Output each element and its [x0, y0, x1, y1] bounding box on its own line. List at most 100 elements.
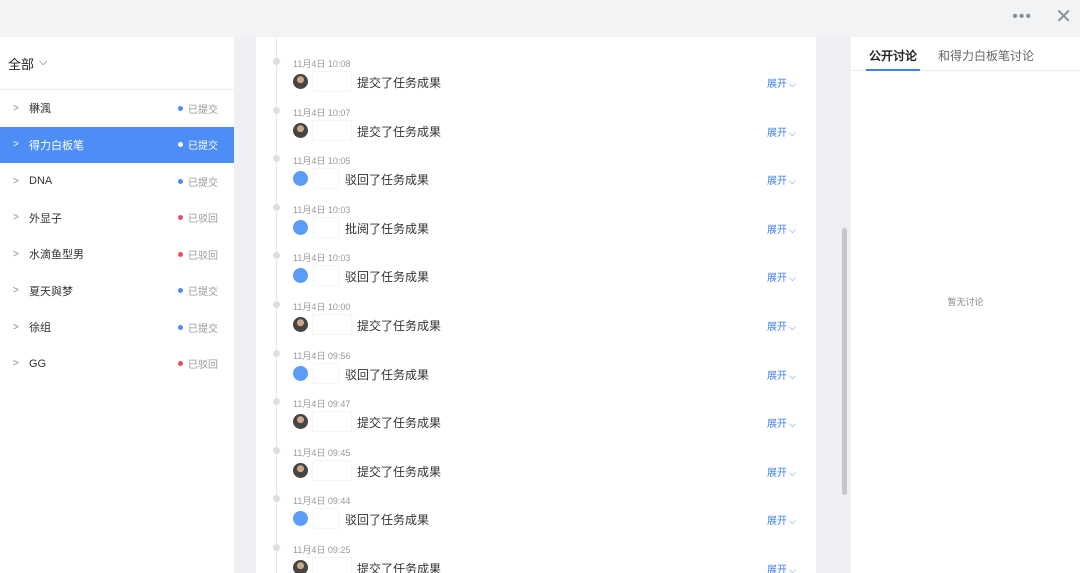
timeline-entry: 11月4日 10:08 提交了任务成果 展开 ⌵ — [256, 45, 816, 93]
entry-timestamp: 11月4日 09:45 — [293, 447, 351, 458]
entry-action: 提交了任务成果 — [357, 562, 442, 573]
expand-label: 展开 — [767, 419, 787, 431]
chevron-down-icon: ⌵ — [789, 224, 796, 235]
discussion-tabs: 公开讨论 和得力白板笔讨论 — [851, 37, 1080, 71]
timeline-dot — [273, 398, 280, 406]
sidebar-item[interactable]: > DNA 已提交 — [0, 163, 234, 199]
entry-timestamp: 11月4日 10:03 — [293, 204, 351, 215]
status-dot — [178, 178, 183, 184]
status-label: 已提交 — [188, 177, 218, 189]
expand-button[interactable]: 展开 ⌵ — [767, 172, 796, 187]
status-dot — [178, 288, 183, 293]
status-dot — [178, 142, 183, 147]
entry-action: 提交了任务成果 — [357, 124, 442, 139]
sidebar-item[interactable]: > 夏天與梦 已提交 — [0, 273, 234, 309]
sidebar-item-label: 夏天與梦 — [29, 285, 73, 298]
more-horizontal-icon[interactable]: ••• — [1012, 8, 1032, 26]
entry-action: 提交了任务成果 — [357, 416, 442, 431]
timeline-entry: 11月4日 10:07 提交了任务成果 展开 ⌵ — [256, 94, 816, 142]
chevron-right-icon: > — [13, 248, 19, 260]
redacted-username — [313, 412, 351, 432]
timeline-entry: 11月4日 09:47 提交了任务成果 展开 ⌵ — [256, 385, 816, 433]
redacted-username — [314, 363, 338, 383]
scrollbar-thumb[interactable] — [842, 228, 847, 495]
entry-timestamp: 11月4日 09:56 — [293, 350, 351, 361]
timeline-dot — [273, 203, 280, 211]
expand-button[interactable]: 展开 ⌵ — [767, 124, 796, 139]
timeline-dot — [273, 544, 280, 551]
expand-label: 展开 — [767, 322, 787, 333]
sidebar-item[interactable]: > 得力白板笔 已提交 — [0, 126, 234, 163]
expand-button[interactable]: 展开 ⌵ — [767, 318, 796, 333]
chevron-down-icon: ⌵ — [789, 516, 796, 527]
avatar — [293, 171, 308, 187]
sidebar-item-label: 得力白板笔 — [29, 139, 84, 152]
entry-timestamp: 11月4日 09:47 — [293, 399, 351, 410]
timeline-dot — [273, 106, 280, 114]
timeline-entry: 11月4日 10:03 批阅了任务成果 展开 ⌵ — [256, 191, 816, 239]
sidebar-item[interactable]: > 外显子 已驳回 — [0, 200, 234, 236]
redacted-username — [314, 266, 338, 286]
entry-timestamp: 11月4日 10:07 — [293, 107, 351, 118]
avatar — [293, 462, 308, 478]
timeline-dot — [273, 58, 280, 65]
avatar — [293, 317, 308, 332]
submission-timeline: 11月4日 10:08 提交了任务成果 展开 ⌵ 11月4日 10:07 提交了任务成果展… — [256, 37, 816, 573]
expand-button[interactable]: 展开 ⌵ — [767, 269, 796, 284]
timeline-dot — [273, 155, 280, 163]
status-badge: 已驳回 — [178, 356, 218, 371]
status-badge: 已提交 — [178, 283, 218, 298]
timeline-dot — [273, 446, 280, 454]
status-badge: 已驳回 — [178, 247, 218, 262]
chevron-down-icon: ⌵ — [789, 467, 796, 478]
sidebar-item[interactable]: > GG 已驳回 — [0, 346, 234, 382]
sidebar-item-label: 外显子 — [29, 212, 62, 225]
expand-button[interactable]: 展开 ⌵ — [767, 75, 796, 90]
timeline-entry: 11月4日 10:05 驳回了任务成果 展开 ⌵ — [256, 142, 816, 190]
entry-action: 驳回了任务成果 — [345, 173, 430, 188]
sidebar-item-label: GG — [29, 357, 47, 370]
timeline-dot — [273, 301, 280, 308]
entry-action: 提交了任务成果 — [357, 76, 442, 90]
tab-public-discussion[interactable]: 公开讨论 — [869, 47, 917, 64]
expand-button[interactable]: 展开 ⌵ — [767, 512, 796, 527]
window-titlebar: ••• ✕ — [0, 0, 1080, 37]
expand-button[interactable]: 展开 ⌵ — [767, 464, 796, 479]
chevron-down-icon: ⌵ — [789, 322, 796, 332]
chevron-down-icon: ⌵ — [789, 127, 796, 138]
status-badge: 已提交 — [178, 101, 218, 116]
avatar — [293, 414, 308, 430]
expand-label: 展开 — [767, 79, 787, 90]
redacted-username — [313, 558, 351, 573]
avatar — [293, 511, 308, 527]
expand-label: 展开 — [767, 516, 787, 528]
entry-timestamp: 11月4日 10:08 — [293, 59, 351, 69]
filter-dropdown[interactable]: 全部 ⌵ — [0, 37, 234, 90]
expand-button[interactable]: 展开 ⌵ — [767, 415, 796, 430]
redacted-username — [313, 72, 351, 91]
timeline-dot — [273, 252, 280, 260]
chevron-down-icon: ⌵ — [789, 176, 796, 187]
chevron-down-icon: ⌵ — [789, 79, 796, 89]
expand-button[interactable]: 展开 ⌵ — [767, 221, 796, 236]
close-icon[interactable]: ✕ — [1055, 4, 1072, 29]
redacted-username — [314, 217, 338, 237]
group-sidebar: 全部 ⌵ > 楙渢 已提交 > 得力白板笔 已提交 > DNA 已提交 > 外显子 已驳回 > 水滴鱼型男… — [0, 37, 234, 573]
expand-button[interactable]: 展开 ⌵ — [767, 367, 796, 382]
avatar — [293, 74, 308, 89]
entry-action: 提交了任务成果 — [357, 319, 442, 333]
chevron-right-icon: > — [13, 212, 19, 223]
active-tab-indicator — [866, 69, 920, 71]
expand-button[interactable]: 展开 ⌵ — [767, 561, 796, 573]
avatar — [293, 560, 308, 573]
chevron-right-icon: > — [13, 139, 19, 150]
sidebar-item[interactable]: > 水滴鱼型男 已驳回 — [0, 236, 234, 272]
entry-action: 驳回了任务成果 — [345, 367, 430, 382]
tab-group-discussion[interactable]: 和得力白板笔讨论 — [938, 47, 1034, 64]
sidebar-item[interactable]: > 徐组 已提交 — [0, 309, 234, 345]
redacted-username — [313, 460, 351, 480]
chevron-down-icon: ⌵ — [789, 370, 796, 381]
sidebar-item[interactable]: > 楙渢 已提交 — [0, 90, 234, 126]
status-label: 已驳回 — [188, 214, 218, 225]
entry-timestamp: 11月4日 10:05 — [293, 156, 351, 167]
